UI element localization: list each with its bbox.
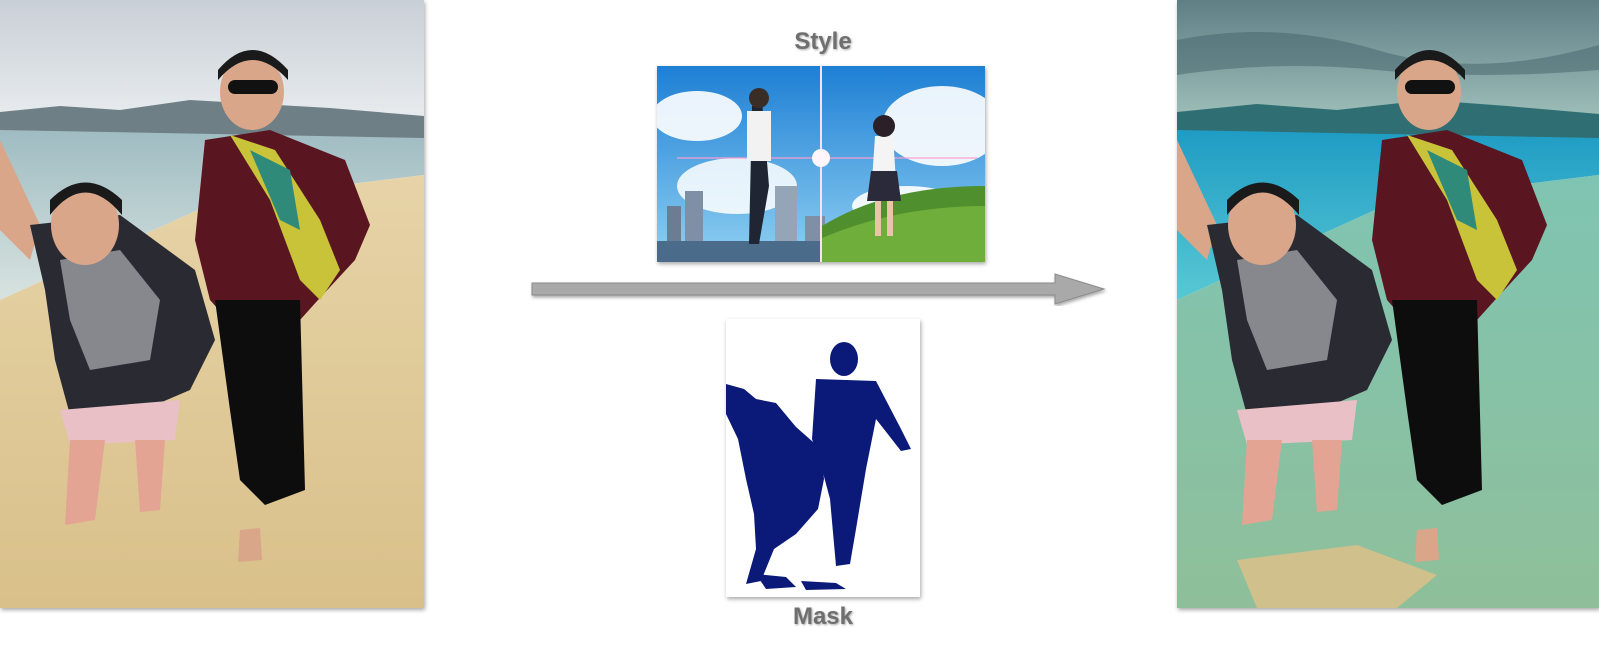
style-image — [657, 66, 985, 262]
output-photo — [1177, 0, 1599, 608]
transfer-arrow — [531, 273, 1106, 305]
style-image-illustration — [657, 66, 985, 262]
mask-silhouette — [726, 319, 920, 597]
content-photo — [0, 0, 424, 608]
mask-image — [726, 319, 920, 597]
content-photo-illustration — [0, 0, 424, 608]
output-photo-illustration — [1177, 0, 1599, 608]
mask-label: Mask — [792, 603, 854, 630]
style-label: Style — [794, 28, 852, 55]
